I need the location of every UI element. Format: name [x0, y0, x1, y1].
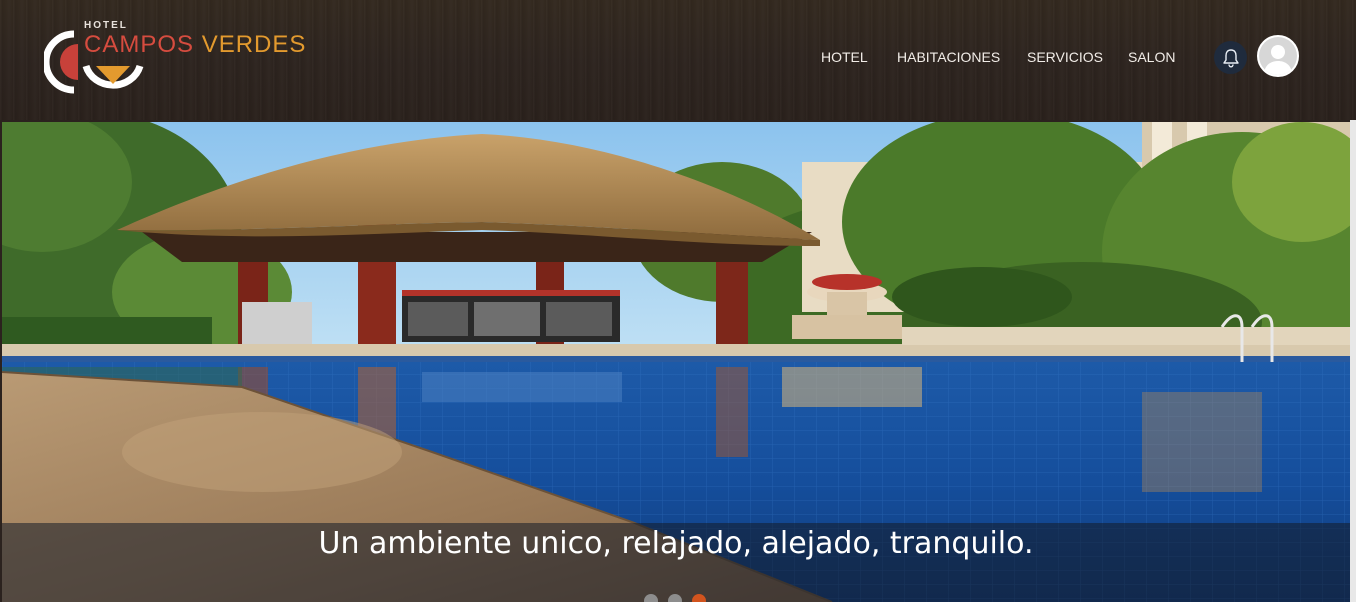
carousel-dot-3[interactable]: [692, 594, 706, 602]
carousel-dot-1[interactable]: [644, 594, 658, 602]
logo-name-part2: VERDES: [201, 31, 307, 58]
hotel-logo[interactable]: HOTEL CAMPOS VERDES: [44, 20, 306, 96]
nav-item-servicios[interactable]: SERVICIOS: [1027, 49, 1103, 65]
logo-hotel-text: HOTEL: [84, 20, 128, 31]
hero-carousel: Un ambiente unico, relajado, alejado, tr…: [2, 122, 1350, 602]
nav-item-salon[interactable]: SALON: [1128, 49, 1175, 65]
nav-item-hotel[interactable]: HOTEL: [821, 49, 868, 65]
notifications-button[interactable]: [1214, 41, 1247, 74]
user-avatar-icon: [1259, 37, 1297, 75]
bell-icon: [1222, 48, 1239, 68]
logo-name: CAMPOS VERDES: [84, 31, 306, 59]
nav-item-habitaciones[interactable]: HABITACIONES: [897, 49, 1000, 65]
site-header: HOTEL CAMPOS VERDES HOTEL HABITACIONES S…: [0, 0, 1356, 120]
page-edge: [1350, 120, 1356, 602]
user-avatar-button[interactable]: [1257, 35, 1299, 77]
hero-caption: Un ambiente unico, relajado, alejado, tr…: [318, 526, 1034, 561]
carousel-dot-2[interactable]: [668, 594, 682, 602]
logo-name-part1: CAMPOS: [84, 31, 195, 58]
